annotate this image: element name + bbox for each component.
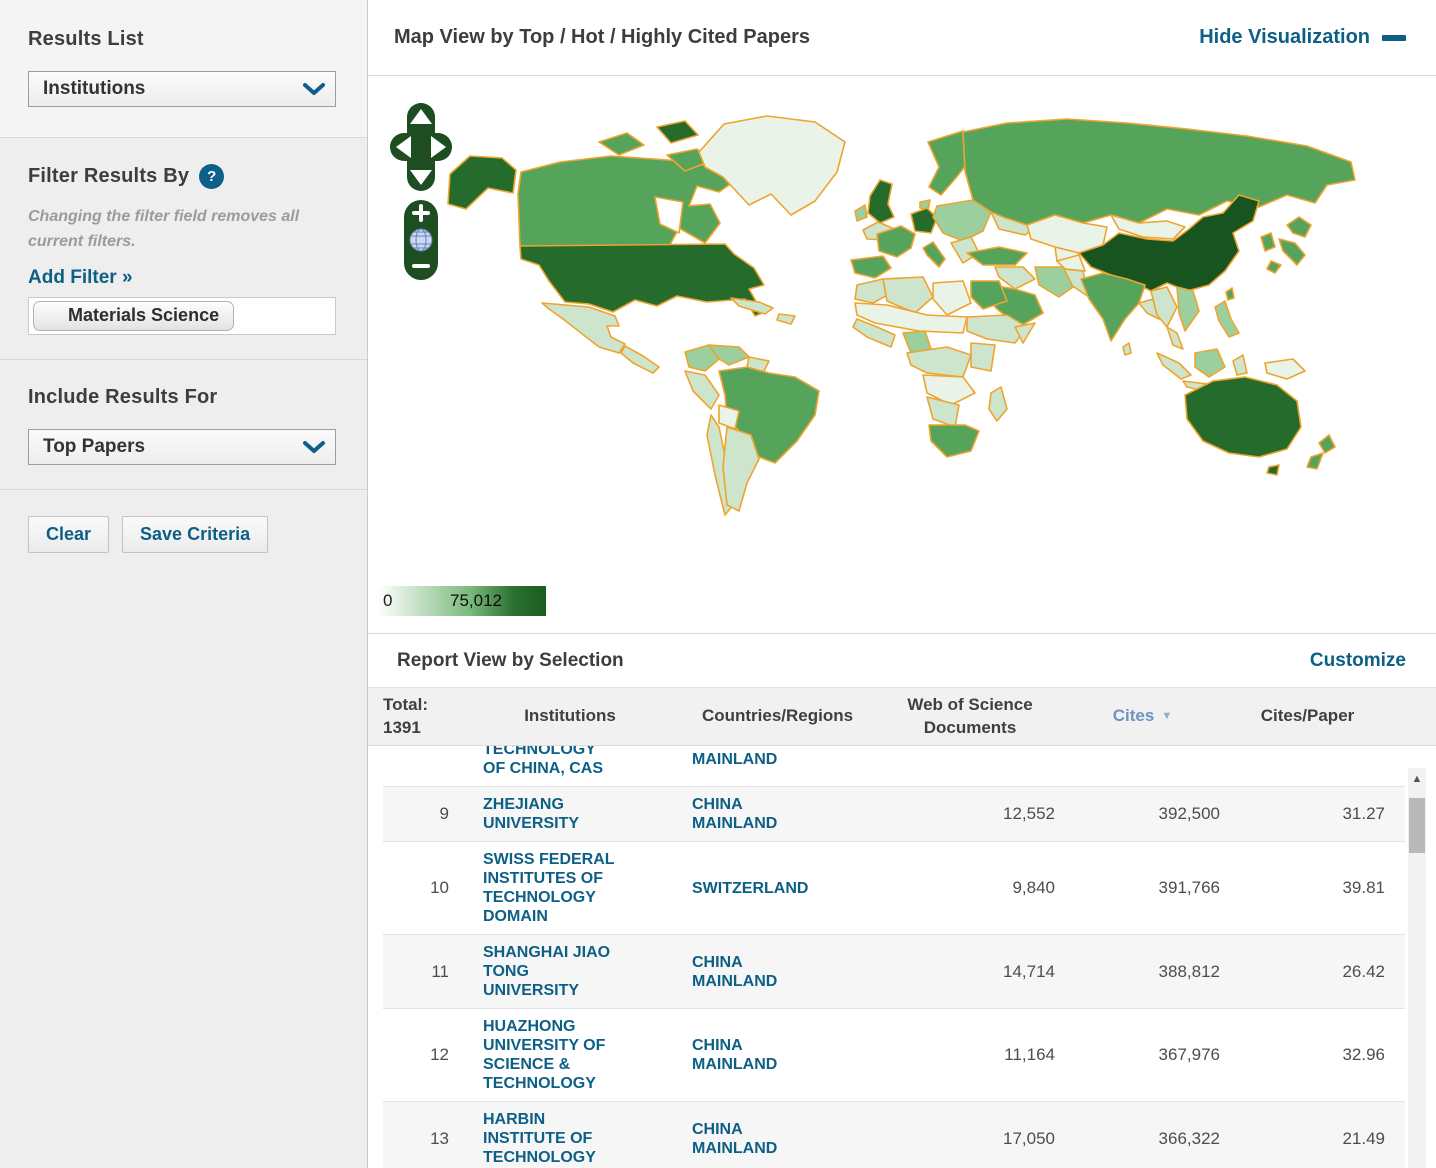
chevron-down-icon <box>303 440 325 454</box>
filter-results-section: Filter Results By ? Changing the filter … <box>0 138 367 360</box>
documents-cell: 12,552 <box>880 804 1060 824</box>
table-scrollbar[interactable]: ▲ <box>1408 768 1426 1168</box>
cites-cell: 391,766 <box>1060 878 1225 898</box>
filter-note: Changing the filter field removes all cu… <box>28 205 318 255</box>
choropleth-map[interactable]: 0 75,012 <box>368 76 1436 634</box>
sort-desc-icon: ▼ <box>1161 709 1172 724</box>
column-header-cites[interactable]: Cites ▼ <box>1060 705 1225 728</box>
results-list-heading: Results List <box>28 28 339 51</box>
main-panel: Map View by Top / Hot / Highly Cited Pap… <box>368 0 1436 1168</box>
country-link[interactable]: CHINA MAINLAND <box>692 795 777 833</box>
scrollbar-thumb[interactable] <box>1409 798 1425 853</box>
total-value: 1391 <box>383 717 465 740</box>
documents-cell: 11,164 <box>880 1045 1060 1065</box>
choropleth-legend: 0 75,012 <box>378 586 546 616</box>
world-map-svg[interactable] <box>368 76 1436 588</box>
table-body: TECHNOLOGY OF CHINA, CAS MAINLAND 9 ZHEJ… <box>368 746 1436 1168</box>
country-link[interactable]: MAINLAND <box>692 750 777 769</box>
results-list-section: Results List Institutions <box>0 0 367 138</box>
country-link[interactable]: CHINA MAINLAND <box>692 1120 777 1158</box>
hide-visualization-label: Hide Visualization <box>1199 26 1370 49</box>
cites-per-paper-cell: 21.49 <box>1225 1129 1390 1149</box>
documents-cell: 17,050 <box>880 1129 1060 1149</box>
total-label: Total: <box>383 694 465 717</box>
include-results-selected-value: Top Papers <box>43 436 145 458</box>
visualization-header: Map View by Top / Hot / Highly Cited Pap… <box>368 0 1436 76</box>
country-link[interactable]: SWITZERLAND <box>692 879 808 898</box>
table-row: 11 SHANGHAI JIAO TONG UNIVERSITY CHINA M… <box>383 935 1405 1009</box>
map-pan-control[interactable] <box>390 103 452 191</box>
cites-cell: 388,812 <box>1060 962 1225 982</box>
chevron-down-icon <box>303 82 325 96</box>
hide-visualization-link[interactable]: Hide Visualization <box>1199 26 1406 49</box>
rank-cell: 9 <box>383 804 465 824</box>
institution-link[interactable]: HARBIN INSTITUTE OF TECHNOLOGY <box>483 1110 596 1167</box>
country-link[interactable]: CHINA MAINLAND <box>692 1036 777 1074</box>
filter-tag-materials-science[interactable]: Materials Science <box>33 301 234 331</box>
legend-min-value: 0 <box>383 591 392 611</box>
include-results-section: Include Results For Top Papers <box>0 360 367 490</box>
documents-cell: 14,714 <box>880 962 1060 982</box>
institution-link[interactable]: SHANGHAI JIAO TONG UNIVERSITY <box>483 943 610 1000</box>
documents-cell: 9,840 <box>880 878 1060 898</box>
filters-sidebar: Results List Institutions Filter Results… <box>0 0 368 1168</box>
institution-link[interactable]: SWISS FEDERAL INSTITUTES OF TECHNOLOGY D… <box>483 850 615 926</box>
cites-per-paper-cell: 31.27 <box>1225 804 1390 824</box>
legend-max-value: 75,012 <box>450 591 502 611</box>
institution-link[interactable]: HUAZHONG UNIVERSITY OF SCIENCE & TECHNOL… <box>483 1017 605 1093</box>
column-header-cites-per-paper[interactable]: Cites/Paper <box>1225 705 1390 728</box>
table-header-row: Total: 1391 Institutions Countries/Regio… <box>368 687 1436 746</box>
rank-cell: 12 <box>383 1045 465 1065</box>
results-list-select[interactable]: Institutions <box>28 71 336 107</box>
include-results-select[interactable]: Top Papers <box>28 429 336 465</box>
cites-per-paper-cell: 32.96 <box>1225 1045 1390 1065</box>
cites-per-paper-cell: 39.81 <box>1225 878 1390 898</box>
map-zoom-control[interactable] <box>404 200 438 280</box>
table-row: 13 HARBIN INSTITUTE OF TECHNOLOGY CHINA … <box>383 1102 1405 1168</box>
add-filter-link[interactable]: Add Filter » <box>28 267 133 289</box>
total-count: Total: 1391 <box>383 694 465 740</box>
column-header-countries[interactable]: Countries/Regions <box>675 705 880 728</box>
help-icon[interactable]: ? <box>199 164 224 189</box>
clear-button[interactable]: Clear <box>28 516 109 553</box>
country-link[interactable]: CHINA MAINLAND <box>692 953 777 991</box>
table-row: TECHNOLOGY OF CHINA, CAS MAINLAND <box>383 746 1405 787</box>
save-criteria-button[interactable]: Save Criteria <box>122 516 268 553</box>
table-row: 10 SWISS FEDERAL INSTITUTES OF TECHNOLOG… <box>383 842 1405 935</box>
minus-icon <box>1382 35 1406 41</box>
institution-link[interactable]: ZHEJIANG UNIVERSITY <box>483 795 579 833</box>
cites-cell: 367,976 <box>1060 1045 1225 1065</box>
customize-link[interactable]: Customize <box>1310 650 1406 672</box>
scrollbar-up-icon[interactable]: ▲ <box>1408 768 1426 790</box>
results-list-selected-value: Institutions <box>43 78 145 100</box>
table-row: 12 HUAZHONG UNIVERSITY OF SCIENCE & TECH… <box>383 1009 1405 1102</box>
include-results-heading: Include Results For <box>28 386 339 409</box>
rank-cell: 10 <box>383 878 465 898</box>
report-view-header: Report View by Selection Customize <box>368 634 1436 687</box>
table-row: 9 ZHEJIANG UNIVERSITY CHINA MAINLAND 12,… <box>383 787 1405 842</box>
map-view-title: Map View by Top / Hot / Highly Cited Pap… <box>394 26 810 49</box>
cites-cell: 392,500 <box>1060 804 1225 824</box>
esi-app: Results List Institutions Filter Results… <box>0 0 1436 1168</box>
filter-results-heading: Filter Results By <box>28 165 189 188</box>
actions-section: Clear Save Criteria <box>0 490 367 577</box>
active-filters-box: Materials Science <box>28 297 336 335</box>
column-header-documents[interactable]: Web of Science Documents <box>880 694 1060 740</box>
rank-cell: 13 <box>383 1129 465 1149</box>
rank-cell: 11 <box>383 962 465 982</box>
report-view-title: Report View by Selection <box>397 650 624 672</box>
column-header-institutions[interactable]: Institutions <box>465 705 675 728</box>
institution-link[interactable]: TECHNOLOGY OF CHINA, CAS <box>483 746 603 778</box>
cites-per-paper-cell: 26.42 <box>1225 962 1390 982</box>
cites-cell: 366,322 <box>1060 1129 1225 1149</box>
